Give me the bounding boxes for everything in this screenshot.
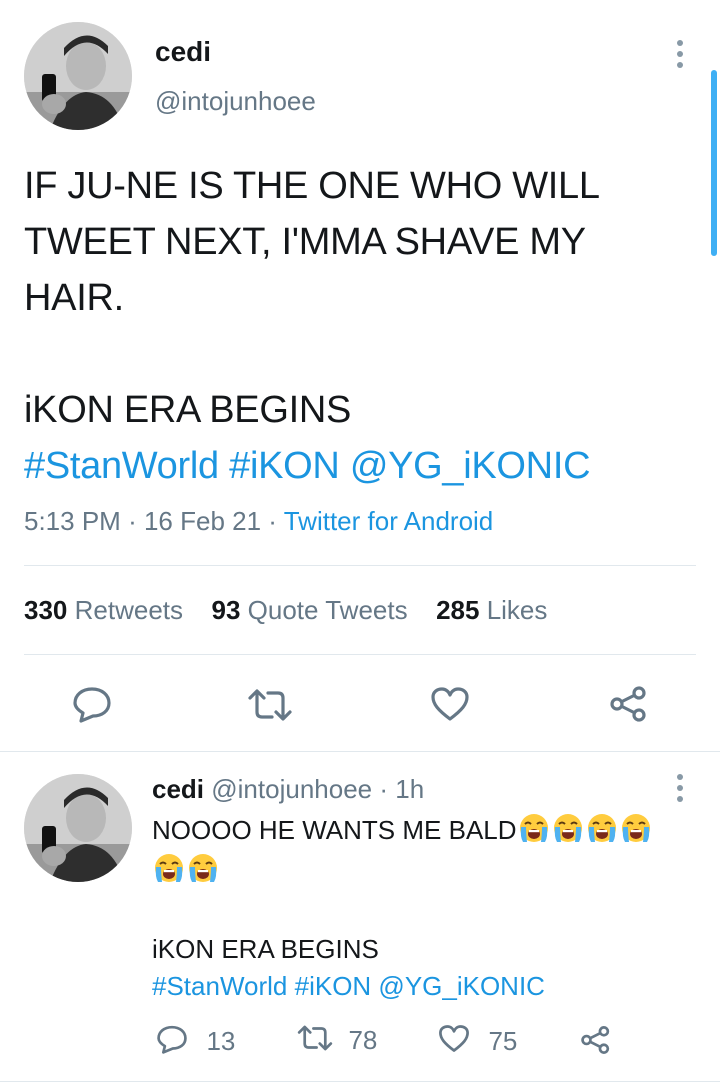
retweet-icon	[296, 1024, 334, 1057]
meta-separator: ·	[128, 506, 137, 536]
retweet-icon[interactable]	[246, 688, 294, 722]
like-count: 75	[488, 1025, 518, 1056]
retweets-stat[interactable]: 330 Retweets	[24, 595, 190, 625]
reply-count: 13	[206, 1026, 236, 1056]
reply-text: NOOOO HE WANTS ME BALD iKON ERA BEGINS #…	[152, 811, 697, 1005]
retweets-label: Retweets	[74, 595, 184, 625]
author-handle[interactable]: @intojunhoee	[155, 86, 316, 117]
avatar[interactable]	[24, 22, 132, 130]
loudly-crying-face-icon	[186, 851, 220, 885]
reply-avatar[interactable]	[24, 774, 132, 882]
reply-header: cedi @intojunhoee · 1h	[152, 771, 424, 808]
retweet-action[interactable]: 78	[296, 1024, 377, 1057]
meta-separator: ·	[379, 774, 389, 804]
hashtag-link[interactable]: #StanWorld	[24, 445, 219, 487]
reply-icon	[156, 1024, 188, 1059]
tweet-text: IF JU-NE IS THE ONE WHO WILL TWEET NEXT,…	[24, 158, 684, 494]
loudly-crying-face-icon	[152, 851, 186, 885]
tweet-stats: 330 Retweets 93 Quote Tweets 285 Likes	[24, 595, 547, 626]
mention-link[interactable]: @YG_iKONIC	[378, 971, 545, 1001]
tweet-text-line: iKON ERA BEGINS	[24, 389, 352, 431]
retweets-count: 330	[24, 595, 68, 625]
loudly-crying-face-icon	[619, 811, 653, 845]
hashtag-link[interactable]: #StanWorld	[152, 971, 287, 1001]
share-icon[interactable]	[580, 1025, 612, 1055]
divider	[24, 654, 696, 655]
tweet-time[interactable]: 5:13 PM	[24, 506, 121, 536]
reply-text-line: iKON ERA BEGINS	[152, 934, 379, 964]
tweet-text-line: IF JU-NE IS THE ONE WHO WILL	[24, 165, 600, 207]
meta-separator: ·	[268, 506, 277, 536]
loudly-crying-face-icon	[517, 811, 551, 845]
reply-author-name[interactable]: cedi	[152, 774, 204, 804]
reply-action[interactable]: 13	[156, 1024, 235, 1059]
likes-stat[interactable]: 285 Likes	[436, 595, 547, 625]
loudly-crying-face-icon	[585, 811, 619, 845]
loudly-crying-face-icon	[551, 811, 585, 845]
divider	[0, 1081, 720, 1082]
likes-count: 285	[436, 595, 480, 625]
hashtag-link[interactable]: #iKON	[229, 445, 340, 487]
tweet-tags-line: #StanWorld #iKON @YG_iKONIC	[24, 438, 684, 494]
tweet-text-line: HAIR.	[24, 277, 124, 319]
divider	[24, 565, 696, 566]
like-action[interactable]: 75	[438, 1024, 517, 1058]
like-icon[interactable]	[430, 686, 470, 722]
divider	[0, 751, 720, 752]
quotes-label: Quote Tweets	[247, 595, 408, 625]
retweet-count: 78	[348, 1025, 378, 1055]
more-vertical-icon[interactable]	[668, 772, 692, 804]
reply-age[interactable]: 1h	[395, 774, 424, 804]
reply-text-main: NOOOO HE WANTS ME BALD	[152, 815, 517, 845]
tweet-meta: 5:13 PM · 16 Feb 21 · Twitter for Androi…	[24, 506, 493, 537]
reply-emoji-line	[152, 851, 697, 889]
reply-tags-line: #StanWorld #iKON @YG_iKONIC	[152, 968, 697, 1005]
share-icon[interactable]	[609, 685, 649, 723]
likes-label: Likes	[486, 595, 548, 625]
quotes-count: 93	[211, 595, 241, 625]
reply-author-handle[interactable]: @intojunhoee	[211, 774, 372, 804]
mention-link[interactable]: @YG_iKONIC	[350, 445, 591, 487]
quotes-stat[interactable]: 93 Quote Tweets	[211, 595, 414, 625]
like-icon	[438, 1024, 470, 1058]
tweet-text-line: TWEET NEXT, I'MMA SHAVE MY	[24, 221, 586, 263]
hashtag-link[interactable]: #iKON	[295, 971, 372, 1001]
tweet-source-link[interactable]: Twitter for Android	[284, 506, 494, 536]
scrollbar[interactable]	[711, 70, 717, 256]
more-vertical-icon[interactable]	[668, 38, 692, 70]
tweet-date[interactable]: 16 Feb 21	[144, 506, 261, 536]
author-name[interactable]: cedi	[155, 36, 211, 68]
reply-icon[interactable]	[72, 685, 112, 723]
reply-text-line: NOOOO HE WANTS ME BALD	[152, 811, 697, 849]
